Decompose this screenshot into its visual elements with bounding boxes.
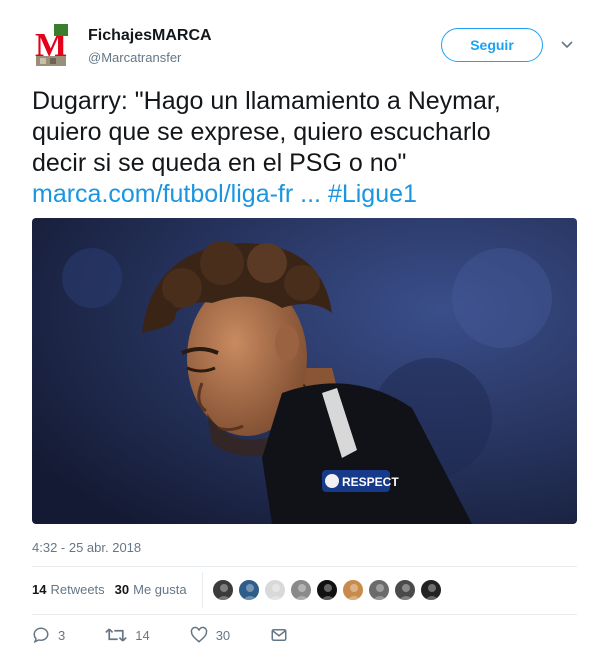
author-name[interactable]: FichajesMARCA (88, 27, 212, 45)
liker-avatar[interactable] (212, 579, 234, 601)
chevron-down-icon[interactable] (559, 36, 575, 52)
divider (32, 614, 577, 615)
divider (32, 566, 577, 567)
follow-button[interactable]: Seguir (441, 28, 543, 62)
tweet-text: Dugarry: "Hago un llamamiento a Neymar, … (32, 86, 580, 210)
retweets-label: Retweets (50, 582, 105, 597)
direct-message-button[interactable] (270, 626, 296, 644)
stats-separator (202, 572, 203, 608)
heart-icon (190, 626, 207, 643)
liker-avatar[interactable] (264, 579, 286, 601)
retweet-button[interactable]: 14 (105, 626, 150, 644)
likes-label: Me gusta (133, 582, 187, 597)
engagement-stats: 14 Retweets 30 Me gusta (32, 582, 197, 597)
tweet-link[interactable]: marca.com/futbol/liga-fr (32, 180, 293, 208)
tweet-timestamp[interactable]: 4:32 - 25 abr. 2018 (32, 540, 141, 555)
respect-badge-text: RESPECT (342, 475, 399, 489)
liker-avatar[interactable] (394, 579, 416, 601)
link-ellipsis: ... (293, 180, 328, 208)
reply-button[interactable]: 3 (32, 626, 65, 644)
hashtag-link[interactable]: #Ligue1 (328, 180, 417, 208)
liker-avatar[interactable] (368, 579, 390, 601)
tweet-actions: 3 14 30 (32, 626, 336, 644)
liker-avatars (212, 579, 446, 601)
tweet-card: M FichajesMARCA @Marcatransfer Seguir Du… (0, 0, 600, 666)
liker-avatar[interactable] (238, 579, 260, 601)
tweet-text-line: decir si se queda en el PSG o no" (32, 149, 407, 177)
tweet-text-line: quiero que se exprese, quiero escucharlo (32, 118, 491, 146)
like-button[interactable]: 30 (190, 626, 230, 644)
retweets-count: 14 (32, 582, 47, 597)
envelope-icon (271, 629, 287, 641)
reply-icon (33, 627, 49, 644)
liker-avatar[interactable] (342, 579, 364, 601)
reply-count: 3 (58, 627, 66, 643)
like-count: 30 (215, 627, 231, 643)
liker-avatar[interactable] (290, 579, 312, 601)
tweet-media-photo[interactable]: RESPECT (32, 218, 577, 524)
tweet-text-line: Dugarry: "Hago un llamamiento a Neymar, (32, 87, 501, 115)
liker-avatar[interactable] (316, 579, 338, 601)
marca-logo-avatar[interactable]: M (32, 22, 72, 68)
author-handle[interactable]: @Marcatransfer (88, 50, 181, 65)
likes-stat[interactable]: 30 Me gusta (115, 582, 187, 597)
liker-avatar[interactable] (420, 579, 442, 601)
retweet-count: 14 (135, 627, 150, 643)
retweets-stat[interactable]: 14 Retweets (32, 582, 105, 597)
tweet-links-line: marca.com/futbol/liga-fr ... #Ligue1 (32, 179, 580, 210)
likes-count: 30 (114, 582, 130, 597)
retweet-icon (105, 628, 127, 642)
